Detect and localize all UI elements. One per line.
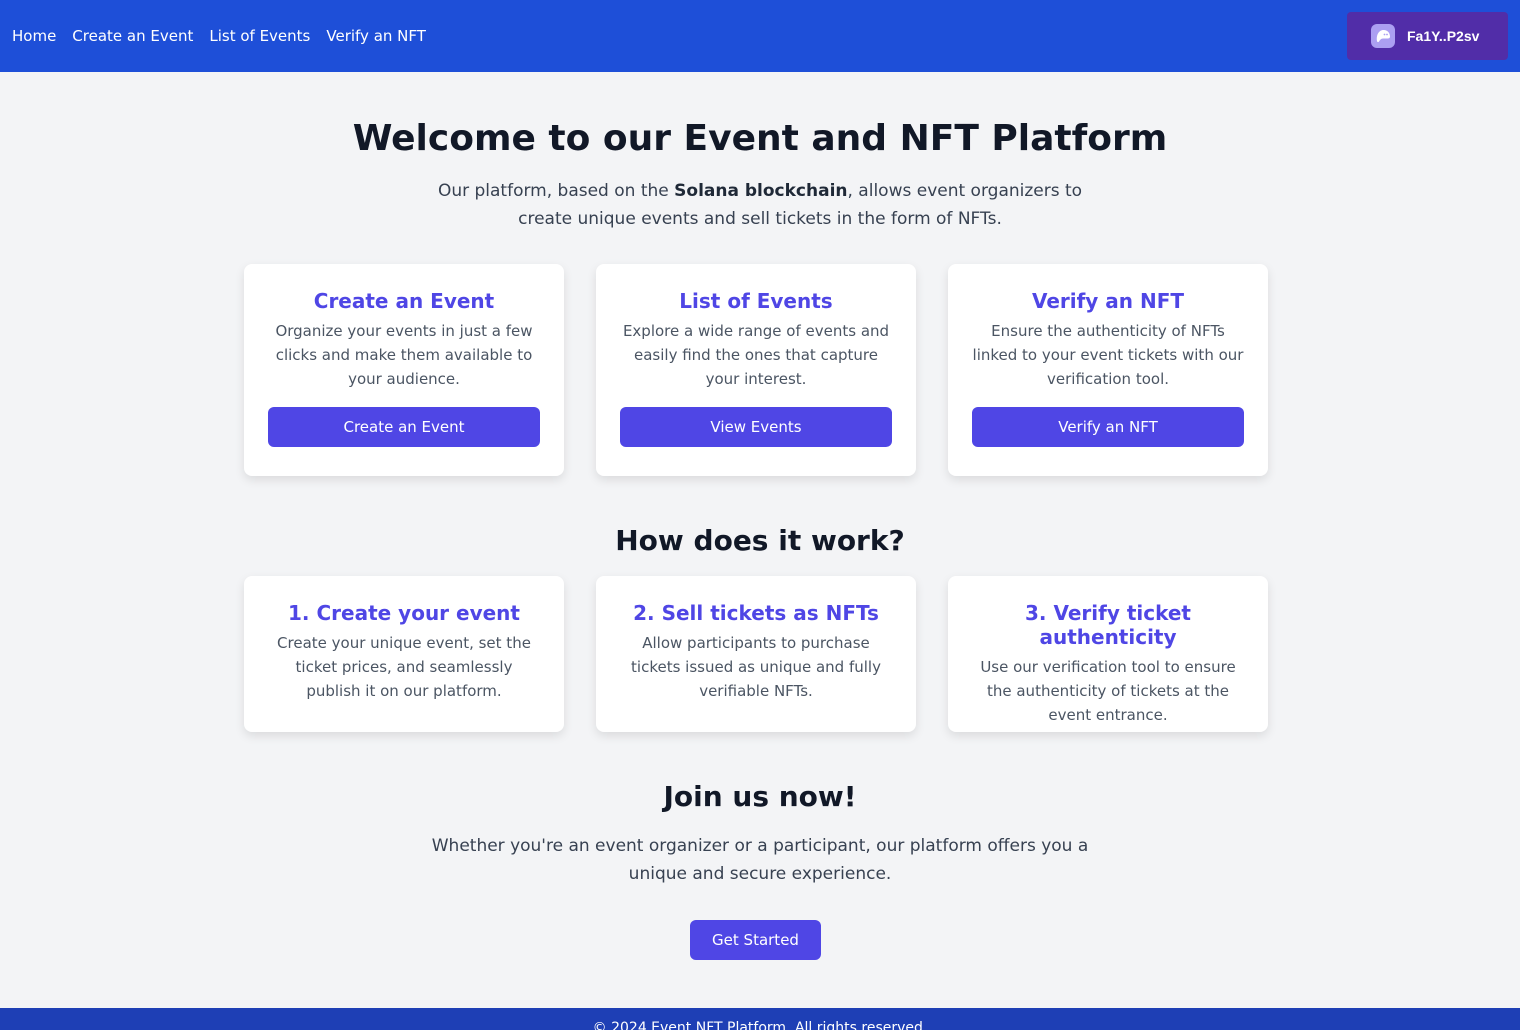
nav-links: Home Create an Event List of Events Veri… bbox=[12, 27, 426, 45]
step-card-2: 2. Sell tickets as NFTs Allow participan… bbox=[596, 576, 916, 732]
view-events-button[interactable]: View Events bbox=[620, 407, 892, 447]
nav-link-list-events[interactable]: List of Events bbox=[209, 27, 310, 45]
step-text: Allow participants to purchase tickets i… bbox=[631, 634, 881, 700]
footer: © 2024 Event NFT Platform. All rights re… bbox=[0, 1008, 1520, 1030]
step-title: 2. Sell tickets as NFTs bbox=[633, 601, 879, 625]
card-title: List of Events bbox=[679, 289, 833, 313]
step-title: 1. Create your event bbox=[288, 601, 520, 625]
step-card-1: 1. Create your event Create your unique … bbox=[244, 576, 564, 732]
card-text: Ensure the authenticity of NFTs linked t… bbox=[972, 322, 1244, 388]
join-description: Whether you're an event organizer or a p… bbox=[431, 836, 1089, 884]
wallet-address: Fa1Y..P2sv bbox=[1407, 28, 1480, 44]
card-text: Explore a wide range of events and easil… bbox=[622, 322, 890, 388]
card-title: Verify an NFT bbox=[1031, 289, 1185, 313]
nav-link-verify-nft[interactable]: Verify an NFT bbox=[326, 27, 426, 45]
how-it-works-heading: How does it work? bbox=[615, 524, 905, 557]
step-card-3: 3. Verify ticket authenticity Use our ve… bbox=[948, 576, 1268, 732]
feature-card-create-event: Create an Event Organize your events in … bbox=[244, 264, 564, 476]
join-heading: Join us now! bbox=[663, 780, 857, 813]
step-text: Create your unique event, set the ticket… bbox=[277, 634, 531, 700]
hero-text-highlight: Solana blockchain bbox=[674, 181, 848, 201]
footer-text: © 2024 Event NFT Platform. All rights re… bbox=[592, 1020, 928, 1030]
card-text: Organize your events in just a few click… bbox=[275, 322, 533, 388]
nav-link-create-event[interactable]: Create an Event bbox=[72, 27, 193, 45]
hero-description: Our platform, based on the Solana blockc… bbox=[410, 177, 1110, 233]
feature-card-list-events: List of Events Explore a wide range of e… bbox=[596, 264, 916, 476]
get-started-button[interactable]: Get Started bbox=[690, 920, 821, 960]
hero-text-start: Our platform, based on the bbox=[437, 181, 675, 201]
step-text: Use our verification tool to ensure the … bbox=[980, 658, 1236, 724]
wallet-connect-button[interactable]: Fa1Y..P2sv bbox=[1347, 12, 1508, 60]
nav-link-home[interactable]: Home bbox=[12, 27, 56, 45]
create-event-button[interactable]: Create an Event bbox=[268, 407, 540, 447]
feature-cards: Create an Event Organize your events in … bbox=[244, 264, 1268, 476]
steps-cards: 1. Create your event Create your unique … bbox=[244, 576, 1268, 732]
card-title: Create an Event bbox=[313, 289, 495, 313]
top-navbar: Home Create an Event List of Events Veri… bbox=[0, 0, 1520, 72]
step-title: 3. Verify ticket authenticity bbox=[1024, 601, 1191, 649]
verify-nft-button[interactable]: Verify an NFT bbox=[972, 407, 1244, 447]
phantom-ghost-icon bbox=[1371, 24, 1395, 48]
page-title: Welcome to our Event and NFT Platform bbox=[352, 118, 1168, 159]
feature-card-verify-nft: Verify an NFT Ensure the authenticity of… bbox=[948, 264, 1268, 476]
